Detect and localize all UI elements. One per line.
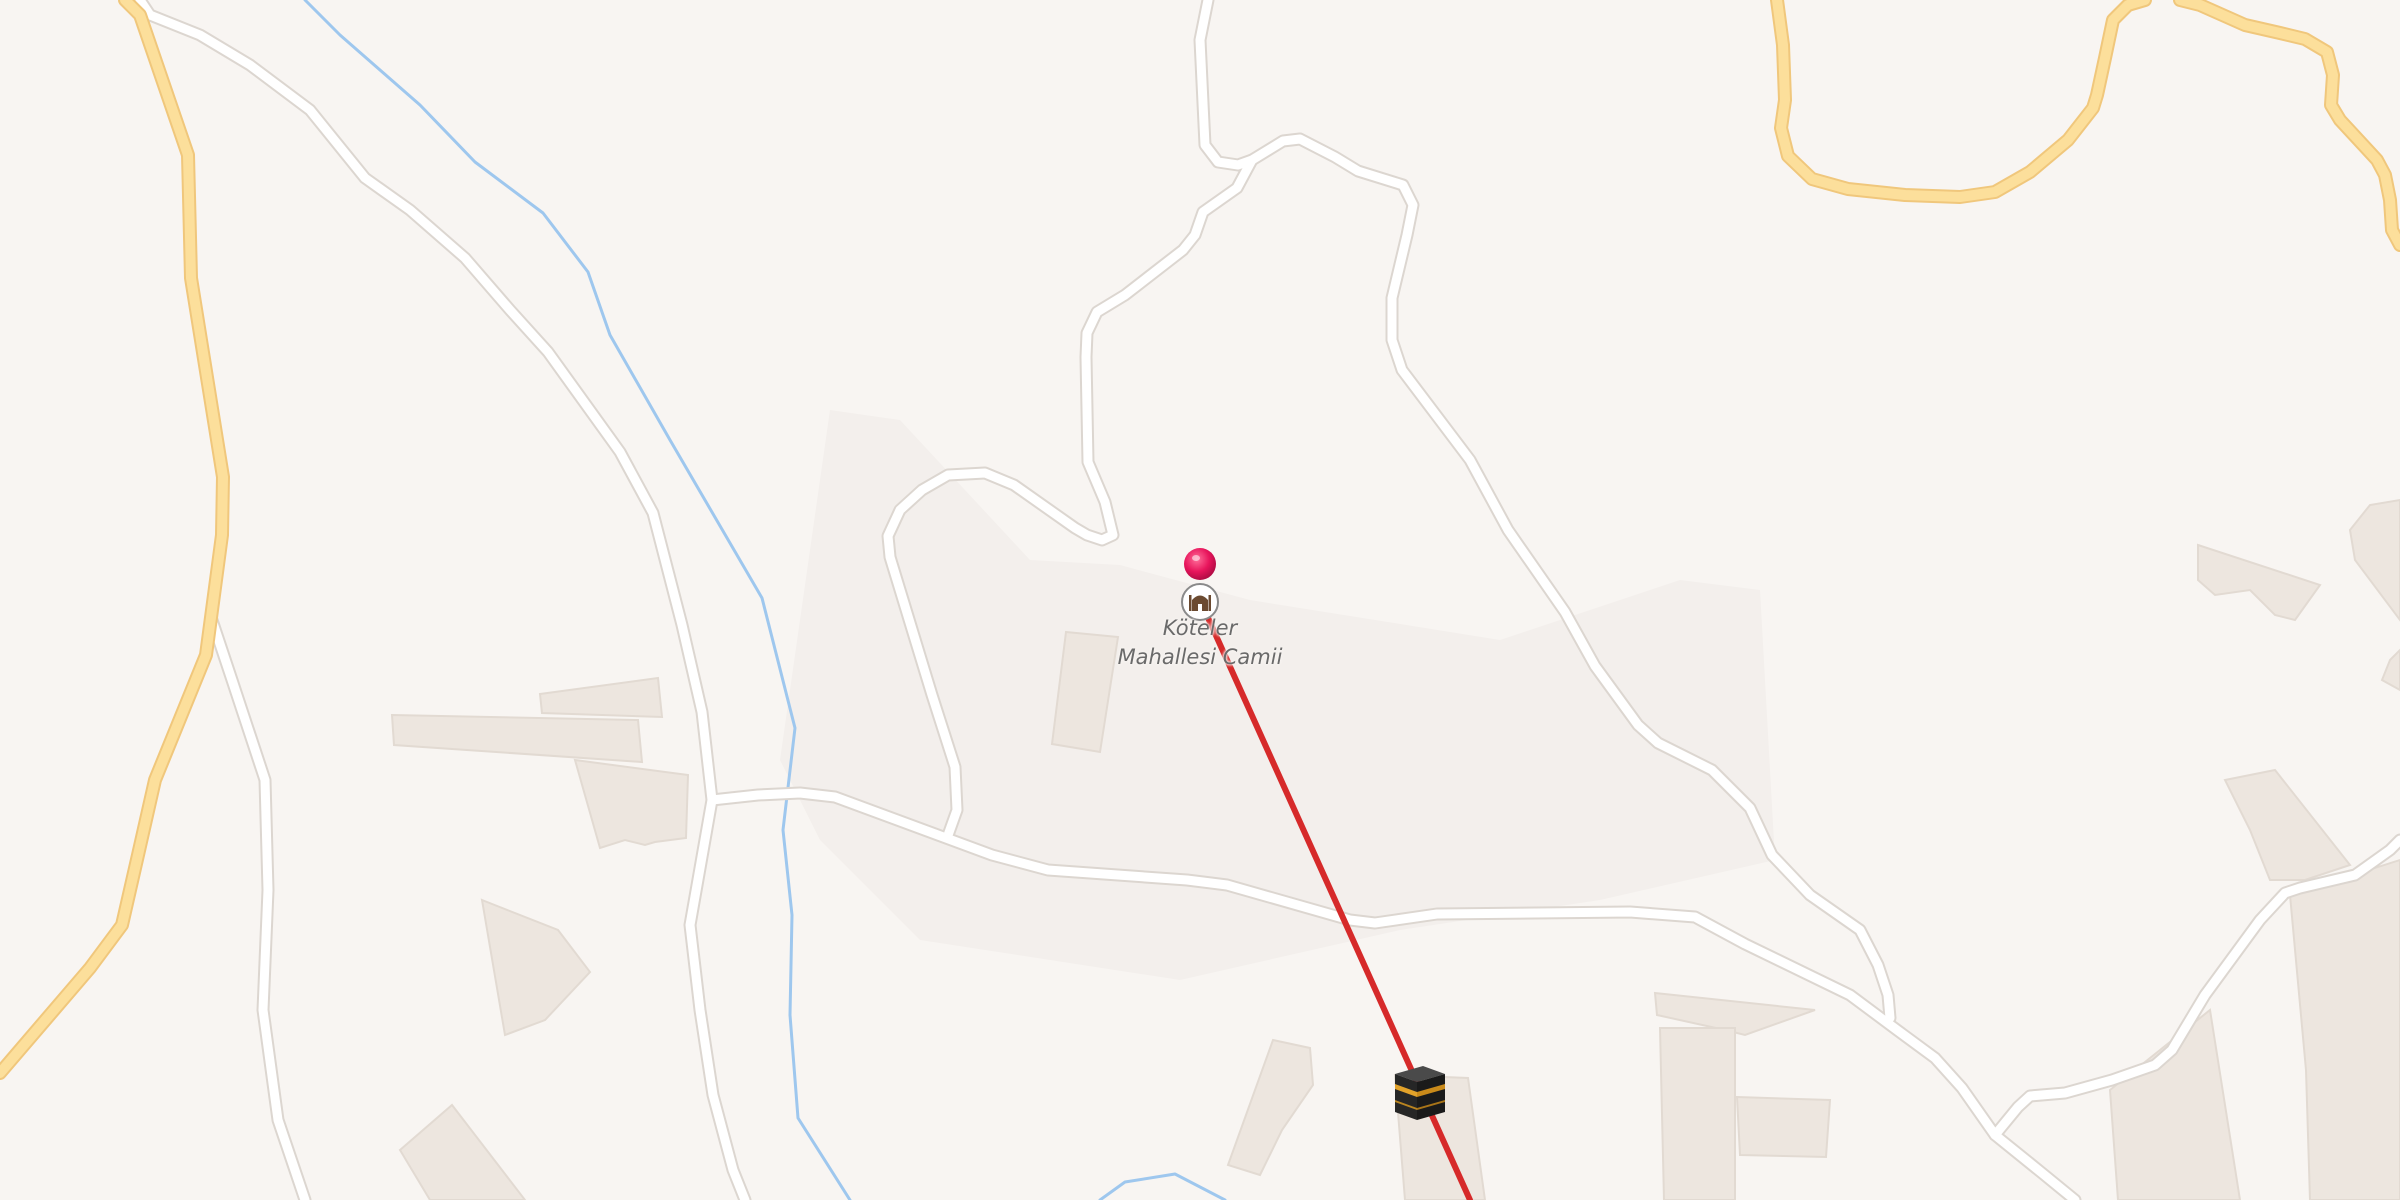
map-canvas[interactable]: Köteler Mahallesi Camii bbox=[0, 0, 2400, 1200]
map-pin-icon[interactable] bbox=[1182, 546, 1218, 582]
kaaba-icon bbox=[1389, 1062, 1451, 1124]
minor-roads bbox=[133, 0, 2400, 1200]
poi-name-line2: Mahallesi Camii bbox=[1117, 645, 1283, 669]
poi-name-line1: Köteler bbox=[1162, 616, 1238, 640]
poi-label[interactable]: Köteler Mahallesi Camii bbox=[1080, 614, 1320, 672]
